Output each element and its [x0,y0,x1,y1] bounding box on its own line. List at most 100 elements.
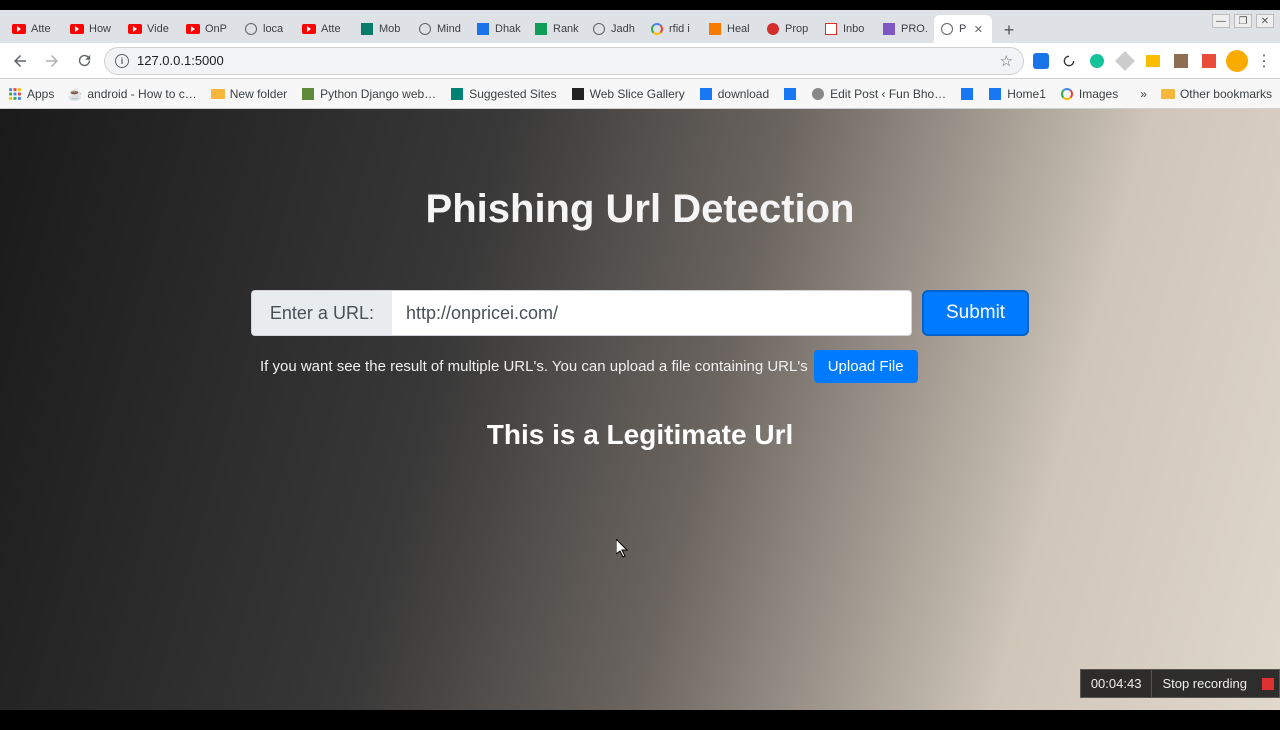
tab[interactable]: OnP [180,15,238,43]
extension-icon[interactable] [1144,52,1162,70]
java-icon: ☕ [68,87,82,101]
url-input[interactable] [392,290,912,336]
tab[interactable]: Atte [6,15,64,43]
tab[interactable]: Inbo [818,15,876,43]
url-input-label: Enter a URL: [251,290,392,336]
youtube-icon [186,22,200,36]
new-tab-button[interactable]: + [996,17,1022,43]
facebook-icon [783,87,797,101]
bookmark-item[interactable]: Suggested Sites [450,87,556,101]
youtube-icon [70,22,84,36]
tab[interactable]: Vide [122,15,180,43]
tab[interactable]: Heal [702,15,760,43]
bookmark-item[interactable]: download [699,87,769,101]
tab[interactable]: Dhak [470,15,528,43]
address-bar[interactable]: i 127.0.0.1:5000 ☆ [104,47,1024,75]
bookmark-label: Suggested Sites [469,87,556,101]
upload-file-button[interactable]: Upload File [814,350,918,383]
tab-label: OnP [205,23,227,35]
apps-icon [8,87,22,101]
tab[interactable]: rfid i [644,15,702,43]
tab[interactable]: Mob [354,15,412,43]
tab-label: Prop [785,23,808,35]
bookmarks-overflow-button[interactable]: » [1140,87,1147,101]
bookmark-label: download [718,87,769,101]
page-title: Phishing Url Detection [426,187,855,232]
gmail-icon [824,22,838,36]
extension-icon[interactable] [1032,52,1050,70]
profile-avatar[interactable] [1226,50,1248,72]
tab-label: Inbo [843,23,864,35]
maximize-button[interactable]: ❐ [1234,14,1252,28]
bookmark-item[interactable]: Home1 [988,87,1046,101]
bookmark-label: Other bookmarks [1180,87,1272,101]
bookmark-item[interactable]: Edit Post ‹ Fun Bho… [811,87,946,101]
other-bookmarks-button[interactable]: Other bookmarks [1161,87,1272,101]
reload-button[interactable] [72,49,96,73]
submit-button[interactable]: Submit [922,290,1029,336]
close-window-button[interactable]: ✕ [1256,14,1274,28]
favicon-icon [571,87,585,101]
letterbox-top [0,0,1280,10]
bookmark-item[interactable]: ☕ android - How to c… [68,87,196,101]
bookmark-item[interactable] [783,87,797,101]
tab[interactable]: loca [238,15,296,43]
extension-icon[interactable] [1060,52,1078,70]
extension-icon[interactable] [1116,52,1134,70]
tab[interactable]: Mind [412,15,470,43]
bookmark-label: New folder [230,87,287,101]
tab-label: PRO. [901,23,928,35]
bookmark-item[interactable]: Python Django web… [301,87,436,101]
forward-button[interactable] [40,49,64,73]
apps-button[interactable]: Apps [8,87,54,101]
bookmark-item[interactable] [960,87,974,101]
tab[interactable]: Jadh [586,15,644,43]
tab[interactable]: How [64,15,122,43]
tab[interactable]: Prop [760,15,818,43]
close-tab-icon[interactable]: ✕ [973,24,983,34]
back-button[interactable] [8,49,32,73]
extension-icons [1032,52,1218,70]
bing-icon [450,87,464,101]
recording-indicator-icon [1257,670,1279,697]
letterbox-bottom [0,710,1280,730]
stop-recording-button[interactable]: Stop recording [1152,670,1257,697]
tab-label: Atte [321,23,341,35]
tab[interactable]: PRO. [876,15,934,43]
google-icon [650,22,664,36]
favicon-icon [301,87,315,101]
url-input-group: Enter a URL: [251,290,912,336]
bookmark-star-icon[interactable]: ☆ [1000,52,1013,70]
url-form: Enter a URL: Submit [251,290,1029,336]
bookmark-label: Images [1079,87,1118,101]
google-icon [1060,87,1074,101]
extension-icon[interactable] [1088,52,1106,70]
favicon-icon [766,22,780,36]
minimize-button[interactable]: — [1212,14,1230,28]
tab[interactable]: Rank [528,15,586,43]
youtube-icon [128,22,142,36]
favicon-icon [360,22,374,36]
tab-strip: Atte How Vide OnP loca Atte Mob Mind Dha… [0,10,1280,43]
favicon-icon [811,87,825,101]
extension-icon[interactable] [1172,52,1190,70]
bookmark-label: Edit Post ‹ Fun Bho… [830,87,946,101]
bookmark-item[interactable]: Web Slice Gallery [571,87,685,101]
folder-icon [1161,87,1175,101]
tab-label: Mob [379,23,400,35]
bookmark-item[interactable]: Images [1060,87,1118,101]
site-info-icon[interactable]: i [115,54,129,68]
tab-label: rfid i [669,23,690,35]
tab-label: P [959,23,966,35]
extension-icon[interactable] [1200,52,1218,70]
bookmarks-bar: Apps ☕ android - How to c… New folder Pyt… [0,79,1280,109]
tab-label: Dhak [495,23,521,35]
bookmark-folder[interactable]: New folder [211,87,287,101]
tab[interactable]: Atte [296,15,354,43]
tab-active[interactable]: P ✕ [934,15,992,43]
tab-label: Heal [727,23,750,35]
bookmark-label: android - How to c… [87,87,196,101]
chrome-menu-button[interactable]: ⋮ [1256,51,1272,71]
tab-label: Jadh [611,23,635,35]
screen-recorder-toolbar: 00:04:43 Stop recording [1080,669,1280,698]
